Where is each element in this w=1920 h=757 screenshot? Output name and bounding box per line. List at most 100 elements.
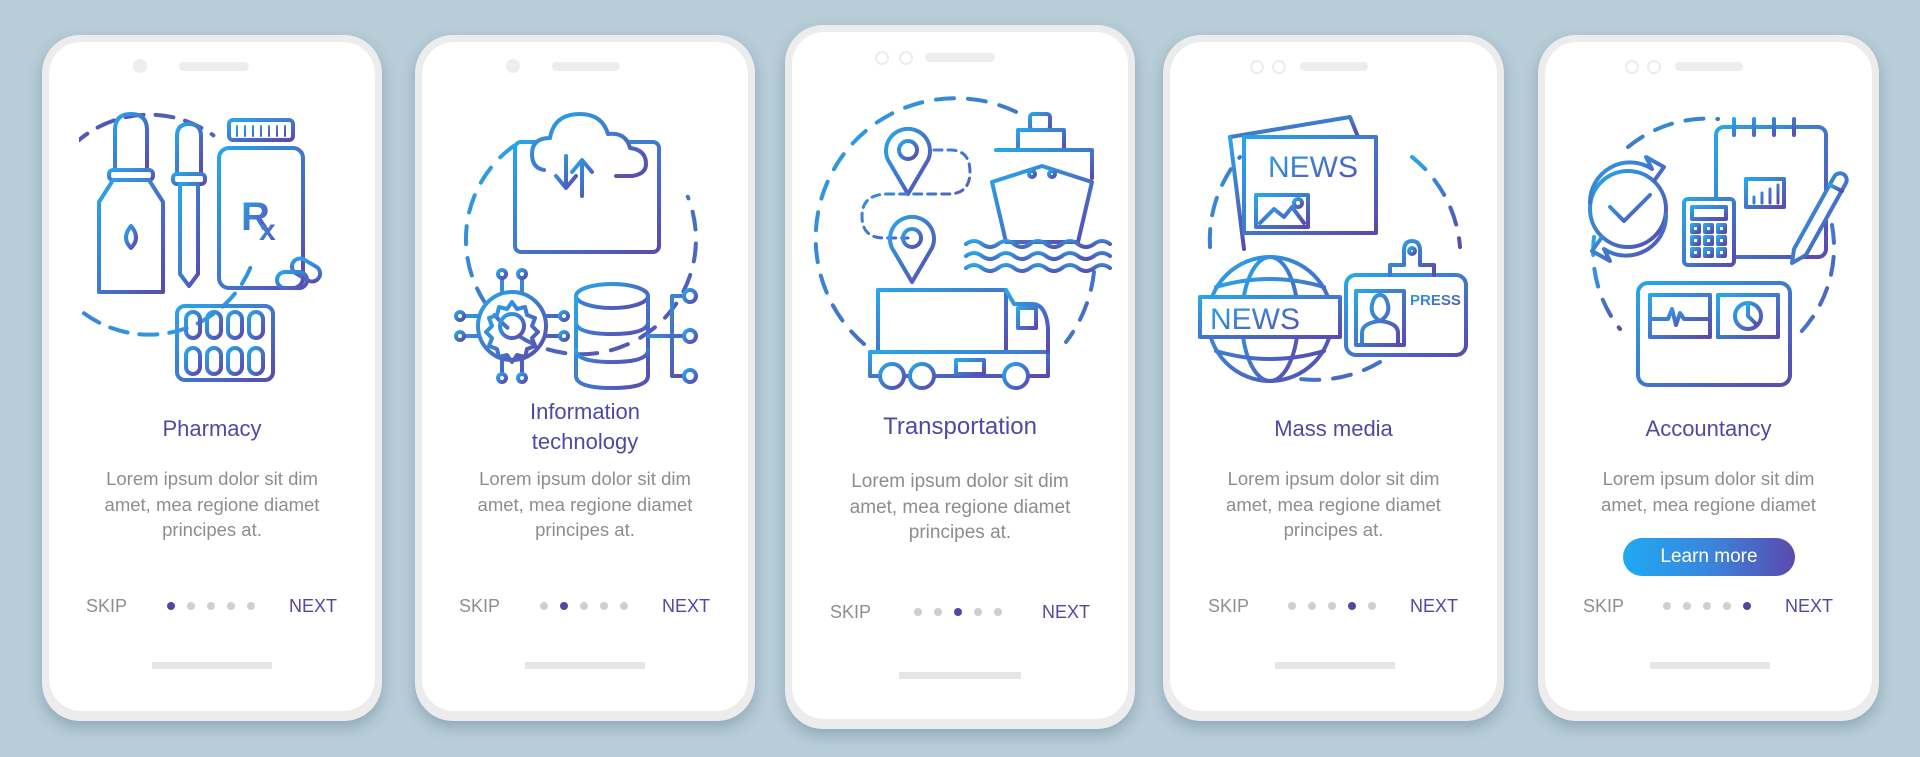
- page-indicator: [1663, 602, 1751, 610]
- svg-text:NEWS: NEWS: [1268, 151, 1358, 184]
- onboarding-footer: SKIP NEXT: [792, 600, 1128, 624]
- page-indicator: [1288, 602, 1376, 610]
- speaker-icon: [552, 62, 620, 71]
- learn-more-button[interactable]: Learn more: [1623, 538, 1795, 576]
- next-button[interactable]: NEXT: [289, 594, 337, 618]
- pipette-icon: [171, 122, 207, 288]
- home-indicator: [899, 672, 1021, 679]
- screen-title: Transportation: [883, 413, 1037, 440]
- mass-media-icon: NEWS NEWS PRESS: [1198, 115, 1468, 383]
- svg-text:x: x: [259, 214, 276, 247]
- screen-description: Lorem ipsum dolor sit dim amet, mea regi…: [1601, 468, 1816, 515]
- onboarding-footer: SKIP NEXT: [1545, 594, 1872, 618]
- camera-icon: [133, 59, 147, 73]
- skip-button[interactable]: SKIP: [830, 600, 871, 624]
- screen-title: Accountancy: [1645, 416, 1772, 441]
- screen-description: Lorem ipsum dolor sit dim amet, mea regi…: [1226, 468, 1441, 540]
- accountancy-icon: [1587, 116, 1849, 387]
- skip-button[interactable]: SKIP: [459, 594, 500, 618]
- newspaper-icon: NEWS: [1228, 115, 1378, 251]
- page-dot-4[interactable]: [227, 602, 235, 610]
- page-dot-3[interactable]: [580, 602, 588, 610]
- calculator-icon: [1682, 197, 1736, 267]
- dashed-circle: [813, 96, 1026, 346]
- page-dot-2[interactable]: [1308, 602, 1316, 610]
- speaker-icon: [179, 62, 249, 71]
- page-dot-2[interactable]: [934, 608, 942, 616]
- phone-screen: Transportation Lorem ipsum dolor sit dim…: [792, 32, 1128, 719]
- svg-text:NEWS: NEWS: [1210, 303, 1300, 336]
- page-dot-2[interactable]: [187, 602, 195, 610]
- camera-icon: [506, 59, 520, 73]
- page-dot-3[interactable]: [1328, 602, 1336, 610]
- home-indicator: [1275, 662, 1395, 669]
- next-button[interactable]: NEXT: [662, 594, 710, 618]
- database-icon: [574, 282, 698, 390]
- sync-check-icon: [1587, 155, 1669, 263]
- page-dot-1[interactable]: [914, 608, 922, 616]
- skip-button[interactable]: SKIP: [1208, 594, 1249, 618]
- ship-icon: [964, 112, 1112, 273]
- sensor-icon: [1272, 60, 1286, 74]
- screen-description: Lorem ipsum dolor sit dim amet, mea regi…: [104, 468, 320, 540]
- onboarding-screen-accountancy: Accountancy Lorem ipsum dolor sit dim am…: [1538, 35, 1879, 721]
- home-indicator: [1650, 662, 1770, 669]
- sensor-icon: [899, 51, 913, 65]
- press-badge-icon: PRESS: [1344, 239, 1468, 357]
- phone-screen: R x Pharmacy Lorem ipsum dolor sit dim a…: [49, 42, 375, 711]
- phone-screen: Information technology Lorem ipsum dolor…: [422, 42, 748, 711]
- onboarding-footer: SKIP NEXT: [1170, 594, 1497, 618]
- map-pin-icon: [860, 126, 972, 284]
- page-dot-4[interactable]: [1348, 602, 1356, 610]
- gear-circuit-icon: [454, 268, 570, 384]
- page-indicator: [540, 602, 628, 610]
- next-button[interactable]: NEXT: [1410, 594, 1458, 618]
- camera-icon: [875, 51, 889, 65]
- screen-description: Lorem ipsum dolor sit dim amet, mea regi…: [849, 471, 1071, 543]
- screen-title: Pharmacy: [162, 416, 262, 441]
- camera-icon: [1250, 60, 1264, 74]
- page-dot-5[interactable]: [994, 608, 1002, 616]
- phone-screen: Accountancy Lorem ipsum dolor sit dim am…: [1545, 42, 1872, 711]
- page-dot-5[interactable]: [1743, 602, 1751, 610]
- transportation-icon: [813, 96, 1112, 390]
- onboarding-screen-transportation: Transportation Lorem ipsum dolor sit dim…: [785, 25, 1135, 729]
- page-indicator: [914, 608, 1002, 616]
- screen-title: Information technology: [529, 399, 641, 454]
- page-dot-4[interactable]: [974, 608, 982, 616]
- prescription-bottle-icon: R x: [217, 118, 323, 290]
- screen-description: Lorem ipsum dolor sit dim amet, mea regi…: [477, 468, 693, 540]
- page-dot-1[interactable]: [167, 602, 175, 610]
- pharmacy-icon: R x: [79, 112, 323, 382]
- speaker-icon: [925, 53, 995, 62]
- page-dot-4[interactable]: [600, 602, 608, 610]
- home-indicator: [152, 662, 272, 669]
- next-button[interactable]: NEXT: [1042, 600, 1090, 624]
- skip-button[interactable]: SKIP: [86, 594, 127, 618]
- truck-icon: [868, 288, 1050, 390]
- page-dot-3[interactable]: [1703, 602, 1711, 610]
- blister-pack-icon: [175, 304, 275, 382]
- page-dot-1[interactable]: [540, 602, 548, 610]
- onboarding-footer: SKIP NEXT: [422, 594, 748, 618]
- page-dot-5[interactable]: [620, 602, 628, 610]
- speaker-icon: [1300, 62, 1368, 71]
- page-dot-2[interactable]: [1683, 602, 1691, 610]
- phone-screen: NEWS NEWS PRESS Mass media Lorem ipsum d…: [1170, 42, 1497, 711]
- page-dot-2[interactable]: [560, 602, 568, 610]
- page-dot-5[interactable]: [1368, 602, 1376, 610]
- dropper-bottle-icon: [97, 112, 165, 294]
- page-dot-3[interactable]: [954, 608, 962, 616]
- home-indicator: [525, 662, 645, 669]
- next-button[interactable]: NEXT: [1785, 594, 1833, 618]
- page-dot-5[interactable]: [247, 602, 255, 610]
- skip-button[interactable]: SKIP: [1583, 594, 1624, 618]
- dashboard-icon: [1636, 281, 1792, 387]
- page-dot-4[interactable]: [1723, 602, 1731, 610]
- screen-title: Mass media: [1274, 416, 1393, 441]
- page-dot-3[interactable]: [207, 602, 215, 610]
- page-dot-1[interactable]: [1663, 602, 1671, 610]
- page-dot-1[interactable]: [1288, 602, 1296, 610]
- onboarding-screen-mass-media: NEWS NEWS PRESS Mass media Lorem ipsum d…: [1163, 35, 1504, 721]
- globe-icon: NEWS: [1198, 255, 1342, 383]
